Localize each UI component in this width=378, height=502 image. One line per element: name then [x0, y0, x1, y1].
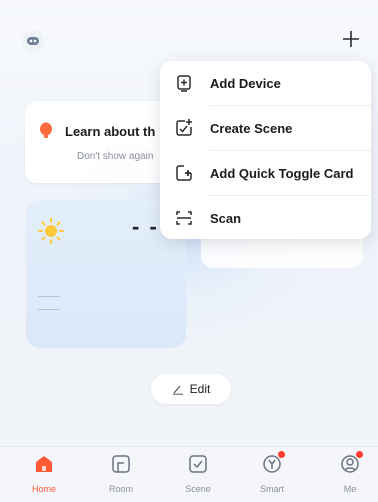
tab-smart[interactable]: Smart	[242, 451, 302, 499]
tab-scene[interactable]: Scene	[168, 453, 228, 499]
pencil-icon	[172, 385, 183, 395]
bottom-tab-bar: Home Room Scene Smart Me	[0, 446, 378, 502]
create-scene-icon	[176, 119, 192, 136]
tab-label: Me	[343, 484, 357, 494]
tab-home[interactable]: Home	[14, 453, 74, 499]
temperature-value: - -	[132, 214, 159, 239]
tab-label: Home	[31, 484, 56, 494]
home-icon-wrap	[33, 453, 55, 475]
tab-label: Scene	[185, 484, 211, 494]
me-icon-wrap	[339, 451, 363, 475]
tab-label: Smart	[259, 484, 284, 494]
add-card-icon	[176, 165, 192, 181]
scene-icon	[189, 455, 207, 473]
edit-label: Edit	[189, 382, 211, 396]
smart-icon-wrap	[261, 451, 285, 475]
notification-badge	[356, 451, 363, 458]
tab-room[interactable]: Room	[91, 453, 151, 499]
dont-show-again-link[interactable]: Don't show again	[77, 151, 153, 162]
menu-item-scan[interactable]: Scan	[160, 196, 371, 240]
edit-button[interactable]: Edit	[151, 374, 231, 404]
menu-item-label: Add Device	[210, 75, 281, 91]
scene-icon-wrap	[187, 453, 209, 475]
room-icon	[112, 455, 130, 473]
add-device-icon	[177, 75, 191, 92]
menu-item-label: Add Quick Toggle Card	[210, 165, 354, 181]
sun-icon	[38, 218, 64, 244]
menu-item-label: Create Scene	[210, 120, 293, 136]
lightbulb-icon	[40, 122, 52, 138]
menu-item-add-device[interactable]: Add Device	[160, 61, 371, 105]
plus-icon	[343, 31, 359, 47]
menu-item-create-scene[interactable]: Create Scene	[160, 106, 371, 150]
tab-label: Room	[108, 484, 133, 494]
room-icon-wrap	[110, 453, 132, 475]
notification-badge	[278, 451, 285, 458]
tab-me[interactable]: Me	[320, 451, 378, 499]
menu-item-add-quick-toggle-card[interactable]: Add Quick Toggle Card	[160, 151, 371, 195]
add-button[interactable]	[338, 26, 364, 52]
add-popup-menu: Add Device Create Scene Add Quick Toggle…	[160, 61, 371, 239]
home-icon	[36, 456, 52, 472]
profile-avatar-button[interactable]	[22, 30, 44, 52]
robot-avatar-icon	[27, 37, 39, 45]
weather-placeholder-lines	[38, 296, 60, 322]
scan-icon	[176, 211, 192, 225]
menu-item-label: Scan	[210, 210, 242, 226]
